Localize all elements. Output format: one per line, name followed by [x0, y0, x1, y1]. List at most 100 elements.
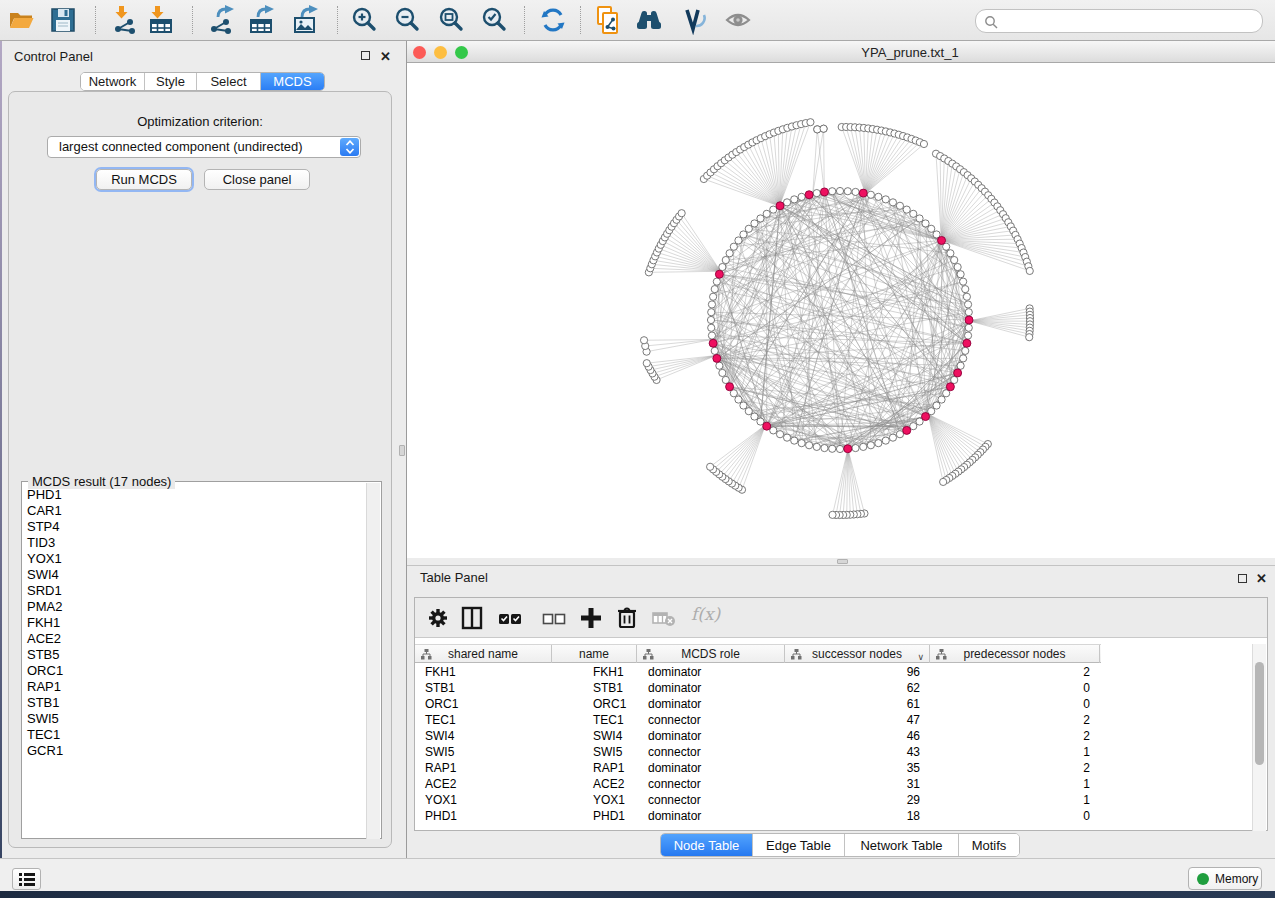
- table-row[interactable]: STB1STB1dominator620: [415, 680, 1253, 696]
- task-history-button[interactable]: [12, 868, 41, 890]
- mcds-result-item[interactable]: PMA2: [23, 599, 363, 615]
- zoom-selected-icon[interactable]: [479, 5, 509, 35]
- tab-motifs[interactable]: Motifs: [959, 834, 1019, 856]
- tab-edge-table[interactable]: Edge Table: [753, 834, 845, 856]
- close-panel-icon[interactable]: ✕: [380, 50, 391, 64]
- mcds-result-item[interactable]: STB5: [23, 647, 363, 663]
- vizmapper-icon[interactable]: [679, 5, 709, 35]
- table-row[interactable]: ACE2ACE2connector311: [415, 776, 1253, 792]
- vertical-splitter[interactable]: [398, 41, 407, 858]
- table-row[interactable]: SWI5SWI5connector431: [415, 744, 1253, 760]
- mcds-result-item[interactable]: FKH1: [23, 615, 363, 631]
- table-scroll-thumb[interactable]: [1255, 662, 1264, 765]
- splitter-handle-h[interactable]: [837, 559, 848, 564]
- zoom-out-icon[interactable]: [392, 5, 422, 35]
- memory-button[interactable]: Memory: [1188, 867, 1262, 890]
- search-input[interactable]: [975, 9, 1263, 33]
- table-row[interactable]: FKH1FKH1dominator962: [415, 664, 1253, 680]
- table-cell: dominator: [648, 728, 701, 744]
- float-panel-icon[interactable]: [361, 51, 370, 60]
- mcds-result-item[interactable]: RAP1: [23, 679, 363, 695]
- col-successor-nodes[interactable]: successor nodes ∨: [785, 645, 930, 663]
- mcds-result-box: MCDS result (17 nodes) PHD1CAR1STP4TID3Y…: [21, 481, 382, 839]
- clone-network-icon[interactable]: [593, 5, 623, 35]
- mcds-scrollbar[interactable]: [366, 483, 380, 839]
- mcds-result-item[interactable]: TEC1: [23, 727, 363, 743]
- mcds-result-item[interactable]: SWI5: [23, 711, 363, 727]
- table-close-icon[interactable]: ✕: [1256, 572, 1267, 586]
- mcds-result-item[interactable]: CAR1: [23, 503, 363, 519]
- splitter-handle[interactable]: [399, 445, 405, 456]
- table-cell: 2: [990, 712, 1090, 728]
- table-cell: 35: [820, 760, 920, 776]
- export-network-icon[interactable]: [206, 5, 236, 35]
- table-row[interactable]: TEC1TEC1connector472: [415, 712, 1253, 728]
- mcds-result-item[interactable]: YOX1: [23, 551, 363, 567]
- mcds-result-item[interactable]: GCR1: [23, 743, 363, 759]
- mcds-tab-content: Optimization criterion: largest connecte…: [8, 91, 392, 848]
- tab-select[interactable]: Select: [197, 73, 261, 90]
- table-row[interactable]: PHD1PHD1dominator180: [415, 808, 1253, 824]
- close-panel-button[interactable]: Close panel: [204, 169, 310, 190]
- table-row[interactable]: YOX1YOX1connector291: [415, 792, 1253, 808]
- import-network-icon[interactable]: [110, 5, 140, 35]
- mcds-result-item[interactable]: SWI4: [23, 567, 363, 583]
- clear-checkboxes-icon[interactable]: [541, 605, 567, 631]
- table-float-icon[interactable]: [1238, 574, 1247, 583]
- settings-gear-icon[interactable]: [425, 605, 451, 631]
- tab-node-table[interactable]: Node Table: [661, 834, 753, 856]
- mcds-result-item[interactable]: ORC1: [23, 663, 363, 679]
- mcds-result-item[interactable]: ACE2: [23, 631, 363, 647]
- run-mcds-button[interactable]: Run MCDS: [96, 169, 192, 190]
- export-image-icon[interactable]: [290, 5, 320, 35]
- tab-network-table[interactable]: Network Table: [845, 834, 959, 856]
- mcds-result-item[interactable]: TID3: [23, 535, 363, 551]
- export-table-icon[interactable]: [246, 5, 276, 35]
- tab-style[interactable]: Style: [145, 73, 197, 90]
- table-cell: connector: [648, 712, 701, 728]
- delete-column-icon[interactable]: [614, 605, 640, 631]
- refresh-icon[interactable]: [538, 5, 568, 35]
- zoom-in-icon[interactable]: [349, 5, 379, 35]
- table-row[interactable]: RAP1RAP1dominator352: [415, 760, 1253, 776]
- maximize-window-icon[interactable]: [455, 46, 468, 59]
- table-cell: RAP1: [425, 760, 456, 776]
- table-tabs: Node Table Edge Table Network Table Moti…: [660, 833, 1020, 857]
- table-cell: dominator: [648, 760, 701, 776]
- mcds-result-item[interactable]: STP4: [23, 519, 363, 535]
- save-session-icon[interactable]: [48, 5, 78, 35]
- split-pane-icon[interactable]: [459, 605, 485, 631]
- optimization-criterion-label: Optimization criterion:: [9, 114, 391, 129]
- table-scrollbar[interactable]: [1252, 644, 1266, 831]
- table-cell: ORC1: [425, 696, 458, 712]
- table-cell: 0: [990, 680, 1090, 696]
- search-network-icon[interactable]: [634, 5, 664, 35]
- horizontal-splitter[interactable]: [407, 558, 1275, 565]
- node-table: f(x) shared name name MCDS role successo…: [414, 597, 1268, 831]
- table-row[interactable]: ORC1ORC1dominator610: [415, 696, 1253, 712]
- col-shared-name[interactable]: shared name: [415, 645, 552, 663]
- minimize-window-icon[interactable]: [434, 46, 447, 59]
- table-cell: connector: [648, 744, 701, 760]
- zoom-fit-icon[interactable]: [436, 5, 466, 35]
- col-mcds-role[interactable]: MCDS role: [637, 645, 785, 663]
- mcds-result-item[interactable]: STB1: [23, 695, 363, 711]
- list-icon: [13, 869, 40, 889]
- tab-mcds[interactable]: MCDS: [261, 73, 324, 90]
- table-cell: connector: [648, 792, 701, 808]
- col-predecessor-nodes[interactable]: predecessor nodes: [930, 645, 1100, 663]
- open-file-icon[interactable]: [6, 5, 36, 35]
- mcds-result-item[interactable]: SRD1: [23, 583, 363, 599]
- import-table-icon[interactable]: [146, 5, 176, 35]
- col-name[interactable]: name: [552, 645, 637, 663]
- add-column-icon[interactable]: [578, 605, 604, 631]
- select-all-checkboxes-icon[interactable]: [497, 605, 523, 631]
- mcds-result-item[interactable]: PHD1: [23, 487, 363, 503]
- control-panel-title: Control Panel: [14, 49, 93, 64]
- network-canvas[interactable]: [407, 63, 1275, 558]
- close-window-icon[interactable]: [413, 46, 426, 59]
- show-hide-icon[interactable]: [723, 5, 753, 35]
- tab-network[interactable]: Network: [81, 73, 145, 90]
- table-row[interactable]: SWI4SWI4dominator462: [415, 728, 1253, 744]
- criterion-select[interactable]: largest connected component (undirected): [47, 136, 361, 158]
